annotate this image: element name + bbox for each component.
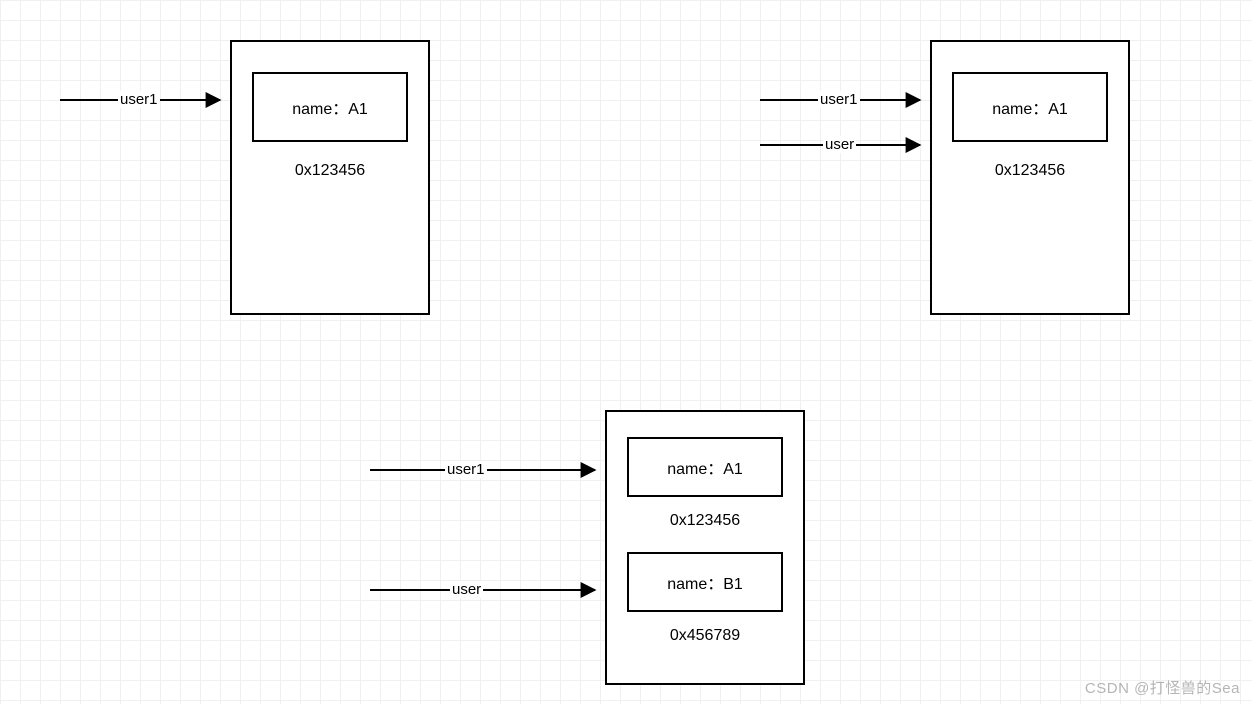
watermark: CSDN @打怪兽的Sea: [1085, 677, 1240, 698]
d3-pointer2-label: user: [450, 581, 483, 598]
diagram-canvas: user1 name：A1 0x123456 user1 user name：A…: [0, 0, 1252, 704]
d3-name-text-2: name：B1: [667, 570, 743, 594]
d3-name-field-2: name：B1: [627, 552, 783, 612]
d3-name-field-1: name：A1: [627, 437, 783, 497]
d3-pointer1-label: user1: [445, 461, 487, 478]
d1-pointer1-label: user1: [118, 91, 160, 108]
d3-name-text-1: name：A1: [667, 455, 743, 479]
d2-address: 0x123456: [932, 162, 1128, 180]
d2-pointer1-label: user1: [818, 91, 860, 108]
d2-name-text: name：A1: [992, 95, 1068, 119]
d1-address: 0x123456: [232, 162, 428, 180]
d1-object-box: name：A1 0x123456: [230, 40, 430, 315]
d1-name-field: name：A1: [252, 72, 408, 142]
d2-name-field: name：A1: [952, 72, 1108, 142]
d3-address-2: 0x456789: [607, 627, 803, 645]
d3-object-box: name：A1 0x123456 name：B1 0x456789: [605, 410, 805, 685]
d2-pointer2-label: user: [823, 136, 856, 153]
d1-name-text: name：A1: [292, 95, 368, 119]
d2-object-box: name：A1 0x123456: [930, 40, 1130, 315]
d3-address-1: 0x123456: [607, 512, 803, 530]
